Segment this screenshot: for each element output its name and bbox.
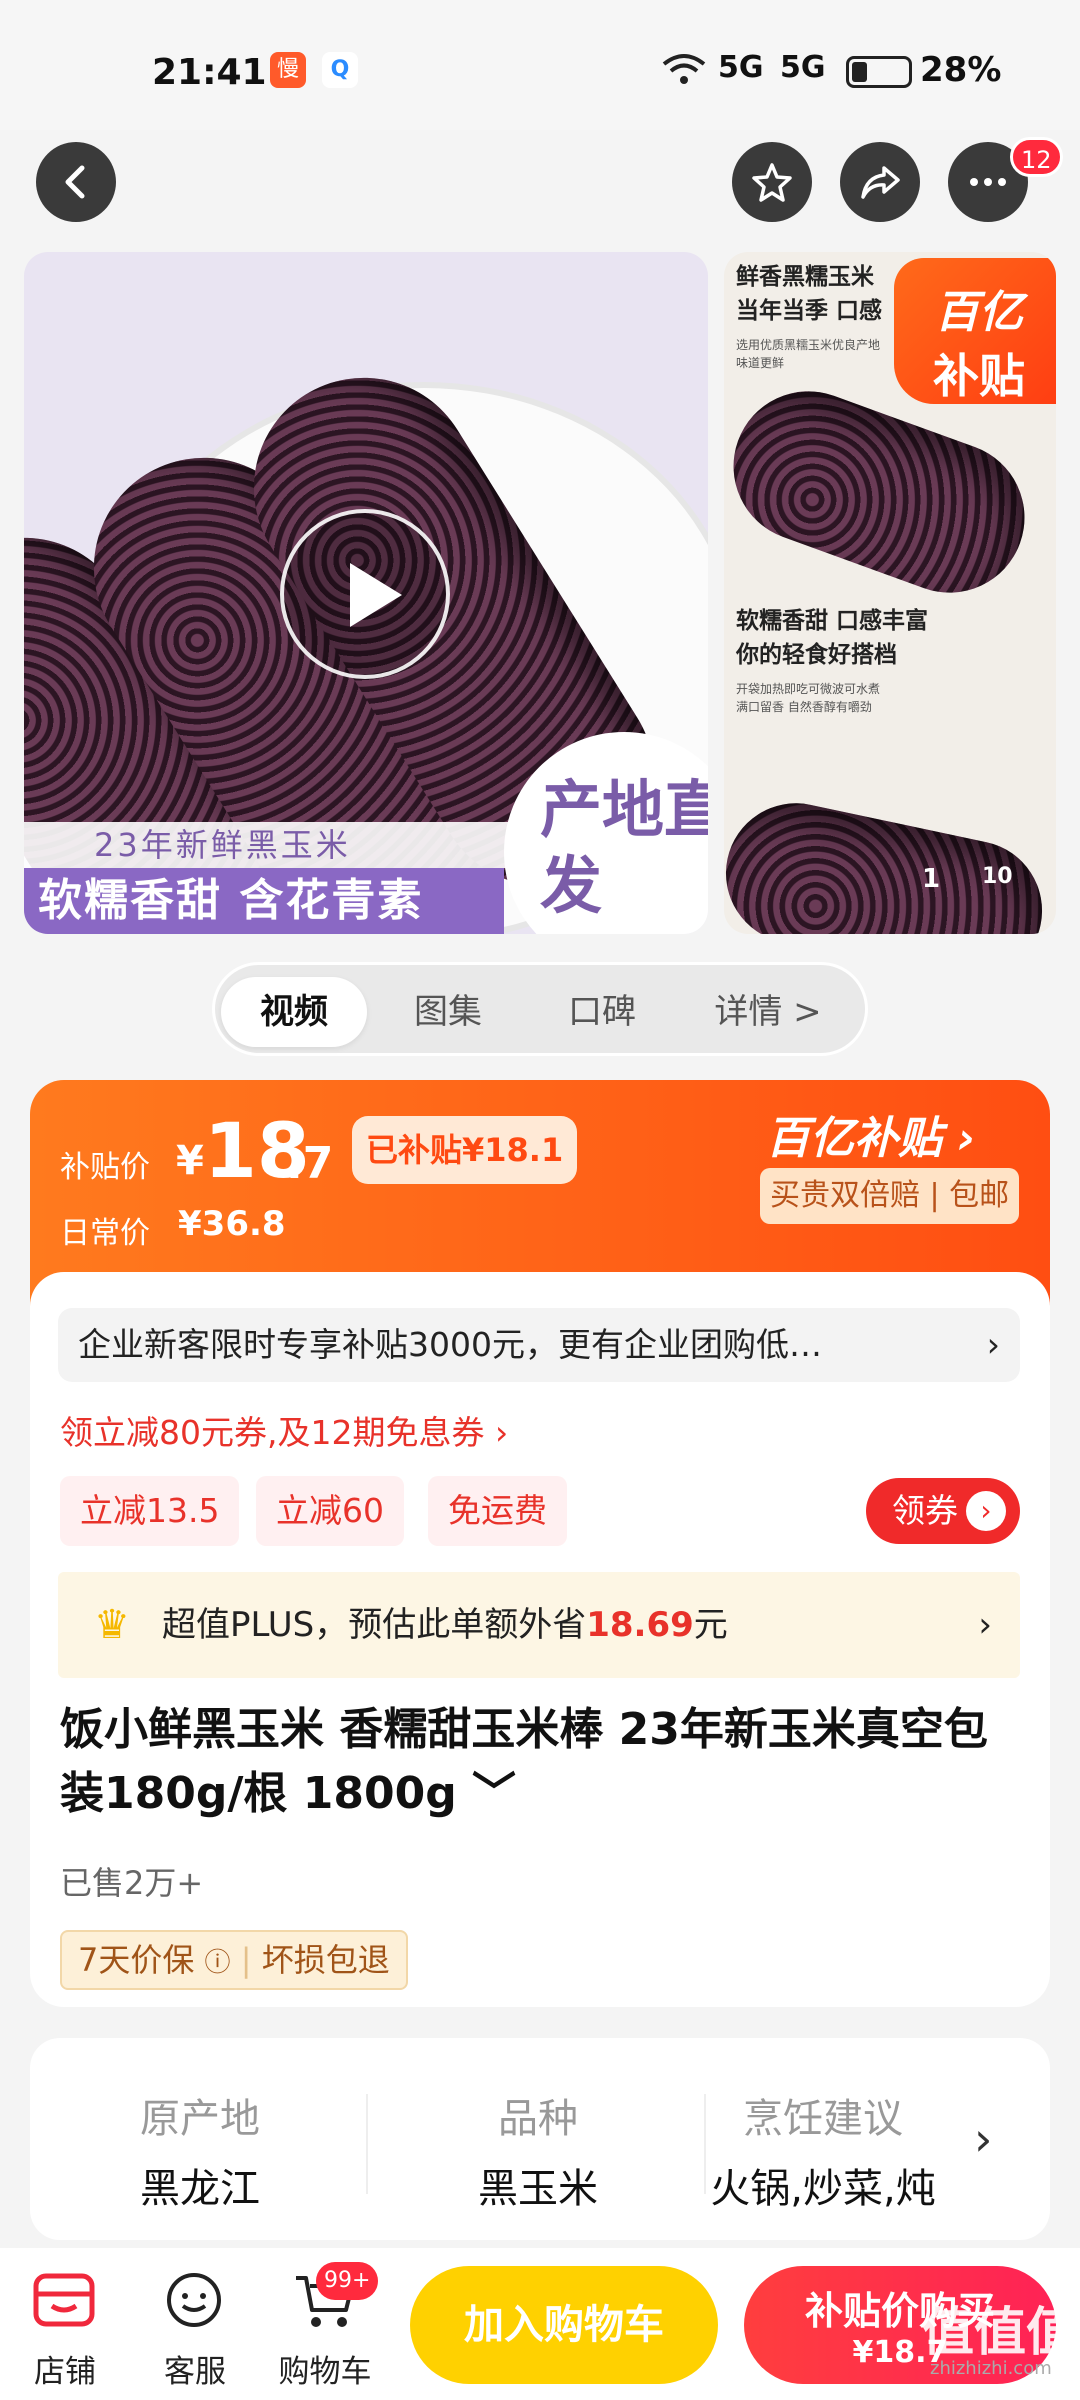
product-title[interactable]: 饭小鲜黑玉米 香糯甜玉米棒 23年新玉米真空包装180g/根 1800g ﹀ [60,1698,1020,1826]
battery-icon [846,56,912,88]
gallery-caption-2: 软糯香甜 含花青素 [24,868,504,934]
chevron-right-icon[interactable]: › [974,2112,992,2166]
side-small-2: 味道更鲜 [736,356,785,370]
play-icon[interactable] [280,509,450,679]
side-title-1: 鲜香黑糯玉米 [736,264,874,290]
tab-video[interactable]: 视频 [221,977,367,1047]
discount-chip-2[interactable]: 立减60 [256,1476,404,1546]
sold-count: 已售2万+ [60,1864,204,1902]
tab-gallery[interactable]: 图集 [375,977,521,1047]
coupon-link[interactable]: 领立减80元券,及12期免息券 › [60,1406,508,1454]
status-time: 21:41 [152,52,267,93]
watermark-logo: 值值值 [922,2303,1079,2363]
subsidy-corner-badge: 百亿 补贴 [894,258,1056,404]
signal-icon-1: 5G [718,50,764,85]
get-coupon-button[interactable]: 领券 › [866,1478,1020,1544]
subsidized-amount-badge: 已补贴¥18.1 [352,1116,578,1184]
guarantee-tag[interactable]: 7天价保 ⓘ | 坏损包退 [60,1930,408,1990]
attr-variety-key: 品种 [498,2096,578,2142]
discount-chip-1[interactable]: 立减13.5 [60,1476,240,1546]
side-small-1: 选用优质黑糯玉米优良产地 [736,338,881,352]
store-icon[interactable] [32,2270,96,2334]
subsidy-price-label: 补贴价 [60,1150,150,1185]
gallery-page-current: 1 [922,864,941,894]
price-decimal: .7 [286,1138,334,1189]
plus-savings-row[interactable]: ♛ 超值PLUS，预估此单额外省18.69元 › [58,1572,1020,1678]
attr-origin-key: 原产地 [140,2096,260,2142]
free-shipping-chip[interactable]: 免运费 [428,1476,567,1546]
attr-origin-value: 黑龙江 [140,2166,260,2212]
store-label[interactable]: 店铺 [10,2346,120,2391]
add-to-cart-button[interactable]: 加入购物车 [410,2266,718,2384]
price-currency: ¥ [176,1138,204,1184]
cart-label[interactable]: 购物车 [270,2346,380,2391]
favorite-button[interactable] [732,142,812,222]
brand-guarantee: 买贵双倍赔 | 包邮 [760,1168,1020,1224]
tab-details[interactable]: 详情 > [683,977,853,1047]
watermark-url: zhizhizhi.com [930,2358,1052,2379]
side-title-3: 软糯香甜 口感丰富 [736,608,929,634]
attr-cooking-value: 火锅,炒菜,炖 [710,2166,936,2212]
battery-percent: 28% [920,50,1002,90]
side-small-4: 满口留香 自然香醇有嚼劲 [736,700,872,714]
side-small-3: 开袋加热即吃可微波可水煮 [736,682,881,696]
product-image-thumb[interactable]: 鲜香黑糯玉米 当年当季 口感 选用优质黑糯玉米优良产地 味道更鲜 软糯香甜 口感… [724,252,1056,934]
daily-price-label: 日常价 [60,1216,150,1251]
enterprise-promo-row[interactable]: 企业新客限时专享补贴3000元，更有企业团购低… › [58,1308,1020,1382]
side-title-4: 你的轻食好搭档 [736,642,897,668]
gallery-page-total: 10 [982,864,1013,889]
signal-icon-2: 5G [780,50,826,85]
wifi-icon [662,52,706,90]
back-button[interactable] [36,142,116,222]
attr-variety-value: 黑玉米 [478,2166,598,2212]
chevron-down-icon[interactable]: ﹀ [472,1768,516,1819]
media-tabs: 视频 图集 口碑 详情 > [212,962,868,1056]
side-title-2: 当年当季 口感 [736,298,883,324]
customer-service-icon[interactable] [164,2270,224,2334]
search-app-icon: Q [322,52,358,88]
product-video[interactable]: 23年新鲜黑玉米 软糯香甜 含花青素 产地直发 [24,252,708,934]
attr-cooking-key: 烹饪建议 [743,2096,903,2142]
crown-icon: ♛ [94,1602,130,1648]
service-label[interactable]: 客服 [140,2346,250,2391]
daily-price-value: ¥36.8 [178,1204,286,1244]
info-icon: ⓘ [204,1948,231,1978]
tab-reviews[interactable]: 口碑 [529,977,675,1047]
notification-badge: 12 [1010,137,1063,177]
subsidy-brand-link[interactable]: 百亿补贴 › [766,1102,975,1166]
cart-count-badge: 99+ [316,2262,379,2300]
app-notification-icon: 慢 [270,52,306,88]
share-button[interactable] [840,142,920,222]
divider [704,2094,706,2194]
